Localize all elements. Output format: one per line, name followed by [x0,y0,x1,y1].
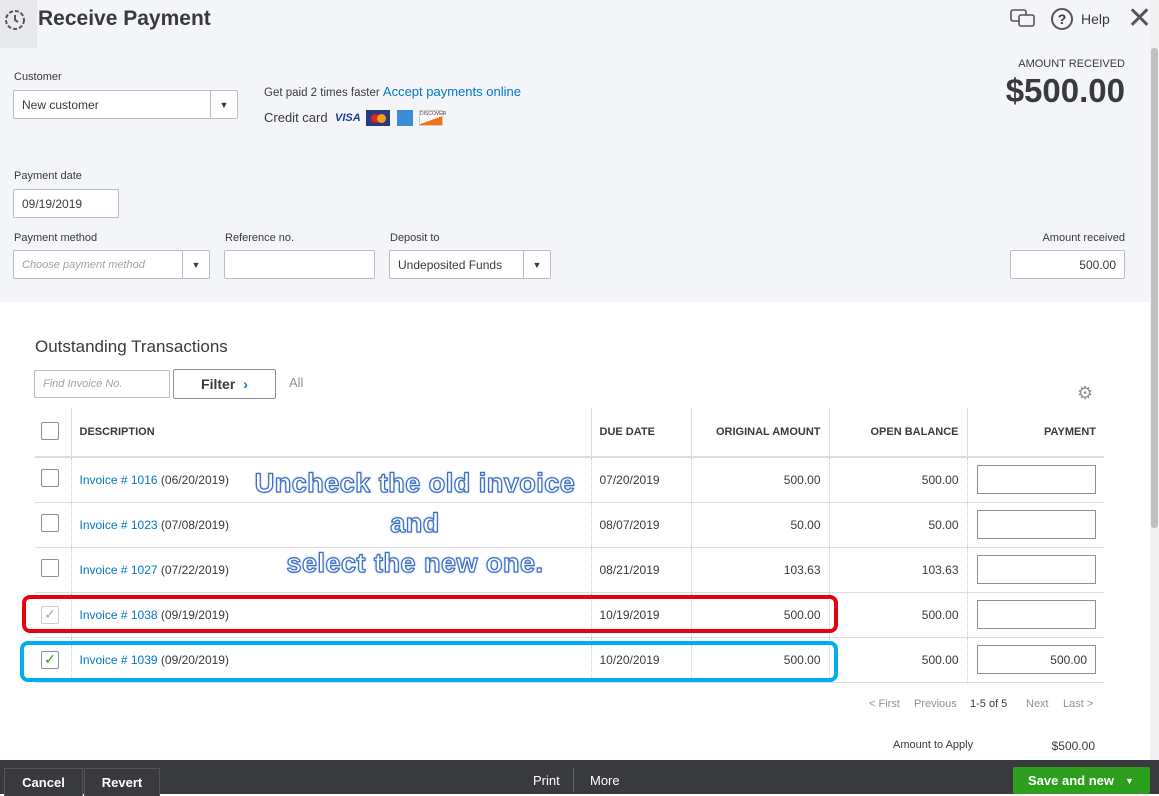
customer-select[interactable]: New customer ▼ [13,90,238,119]
discover-logo: DISCOVER [419,110,446,126]
payment-date-label: Payment date [14,170,82,182]
original-amount: 103.63 [691,547,830,593]
find-invoice-input[interactable]: Find Invoice No. [34,370,170,398]
payment-method-select[interactable]: Choose payment method ▼ [13,250,210,279]
pagination-last[interactable]: Last > [1063,698,1093,710]
filter-label: Filter [201,376,236,392]
payment-method-placeholder: Choose payment method [22,258,145,271]
payment-input[interactable]: 500.00 [977,645,1096,674]
payment-date-input[interactable]: 09/19/2019 [13,189,119,218]
amount-received-input[interactable]: 500.00 [1010,250,1125,279]
deposit-to-value: Undeposited Funds [398,257,503,272]
row-checkbox[interactable] [41,469,59,488]
open-balance: 500.00 [829,637,968,683]
select-all-checkbox[interactable] [41,421,59,440]
chevron-down-icon[interactable]: ▼ [210,91,237,118]
invoice-link[interactable]: Invoice # 1027 [80,563,158,577]
open-balance: 500.00 [829,592,968,638]
filter-button[interactable]: Filter › [173,369,276,399]
reference-input[interactable] [224,250,375,279]
scrollbar[interactable] [1150,0,1159,760]
col-original-amount[interactable]: ORIGINAL AMOUNT [691,408,830,458]
customer-value: New customer [22,97,99,112]
highlight-old-invoice [22,595,838,633]
annotation-line: select the new one. [286,547,544,578]
recent-transactions-button[interactable] [0,0,37,48]
invoice-link[interactable]: Invoice # 1023 [80,518,158,532]
page-title: Receive Payment [38,7,211,30]
payment-input[interactable] [977,465,1096,495]
original-amount: 50.00 [691,502,830,548]
highlight-new-invoice [20,641,838,682]
more-button[interactable]: More [590,773,620,788]
col-payment[interactable]: PAYMENT [967,408,1104,458]
open-balance: 500.00 [829,457,968,503]
chevron-down-icon[interactable]: ▼ [182,251,209,278]
save-and-new-button[interactable]: Save and new ▼ [1013,767,1150,794]
payment-input[interactable] [977,600,1096,629]
pagination-first[interactable]: < First [869,698,900,710]
chevron-down-icon[interactable]: ▼ [523,251,550,278]
revert-button[interactable]: Revert [84,768,160,796]
gear-icon[interactable]: ⚙ [1077,383,1093,404]
reference-label: Reference no. [225,232,295,244]
amount-received-label: AMOUNT RECEIVED [1018,58,1125,70]
row-checkbox[interactable] [41,514,59,532]
amex-logo [397,110,413,126]
close-icon[interactable]: ✕ [1127,2,1152,36]
original-amount: 500.00 [691,457,830,503]
col-open-balance[interactable]: OPEN BALANCE [829,408,968,458]
row-checkbox[interactable] [41,559,59,577]
footer-bar: Cancel Revert Print More Save and new ▼ [0,760,1159,796]
open-balance: 103.63 [829,547,968,593]
invoice-link[interactable]: Invoice # 1016 [80,473,158,487]
amount-to-apply-label: Amount to Apply [893,739,974,751]
pagination-previous[interactable]: Previous [914,698,957,710]
deposit-to-label: Deposit to [390,232,440,244]
print-button[interactable]: Print [533,773,560,788]
annotation-line: Uncheck the old invoice [254,467,576,498]
col-description[interactable]: DESCRIPTION [71,408,592,458]
payment-method-label: Payment method [14,232,98,244]
mastercard-logo [366,110,390,126]
pagination-next[interactable]: Next [1026,698,1049,710]
visa-logo: VISA [335,112,361,124]
chevron-right-icon: › [243,376,248,392]
credit-card-label: Credit card [264,110,328,125]
payment-input[interactable] [977,510,1096,539]
scrollbar-thumb[interactable] [1151,48,1158,528]
amount-received-field-label: Amount received [1042,232,1125,244]
pagination-range: 1-5 of 5 [970,698,1008,710]
help-link[interactable]: Help [1081,11,1110,27]
chevron-down-icon[interactable]: ▼ [1125,776,1134,786]
accept-payments-link[interactable]: Accept payments online [383,84,521,99]
footer-divider [573,768,574,792]
outstanding-title: Outstanding Transactions [35,337,228,356]
feedback-icon[interactable] [1010,8,1036,36]
payment-input[interactable] [977,555,1096,584]
annotation-line: and [390,507,440,538]
save-and-new-label: Save and new [1028,773,1114,788]
promo-text: Get paid 2 times faster [264,87,380,99]
open-balance: 50.00 [829,502,968,548]
cancel-button[interactable]: Cancel [4,768,83,796]
help-icon[interactable]: ? [1051,8,1073,30]
history-icon [5,10,25,30]
col-due-date[interactable]: DUE DATE [591,408,692,458]
filter-all-label: All [289,375,304,390]
customer-label: Customer [14,71,62,83]
amount-to-apply-value: $500.00 [1051,739,1095,753]
deposit-to-select[interactable]: Undeposited Funds ▼ [389,250,551,279]
amount-received-total: $500.00 [1005,72,1125,109]
